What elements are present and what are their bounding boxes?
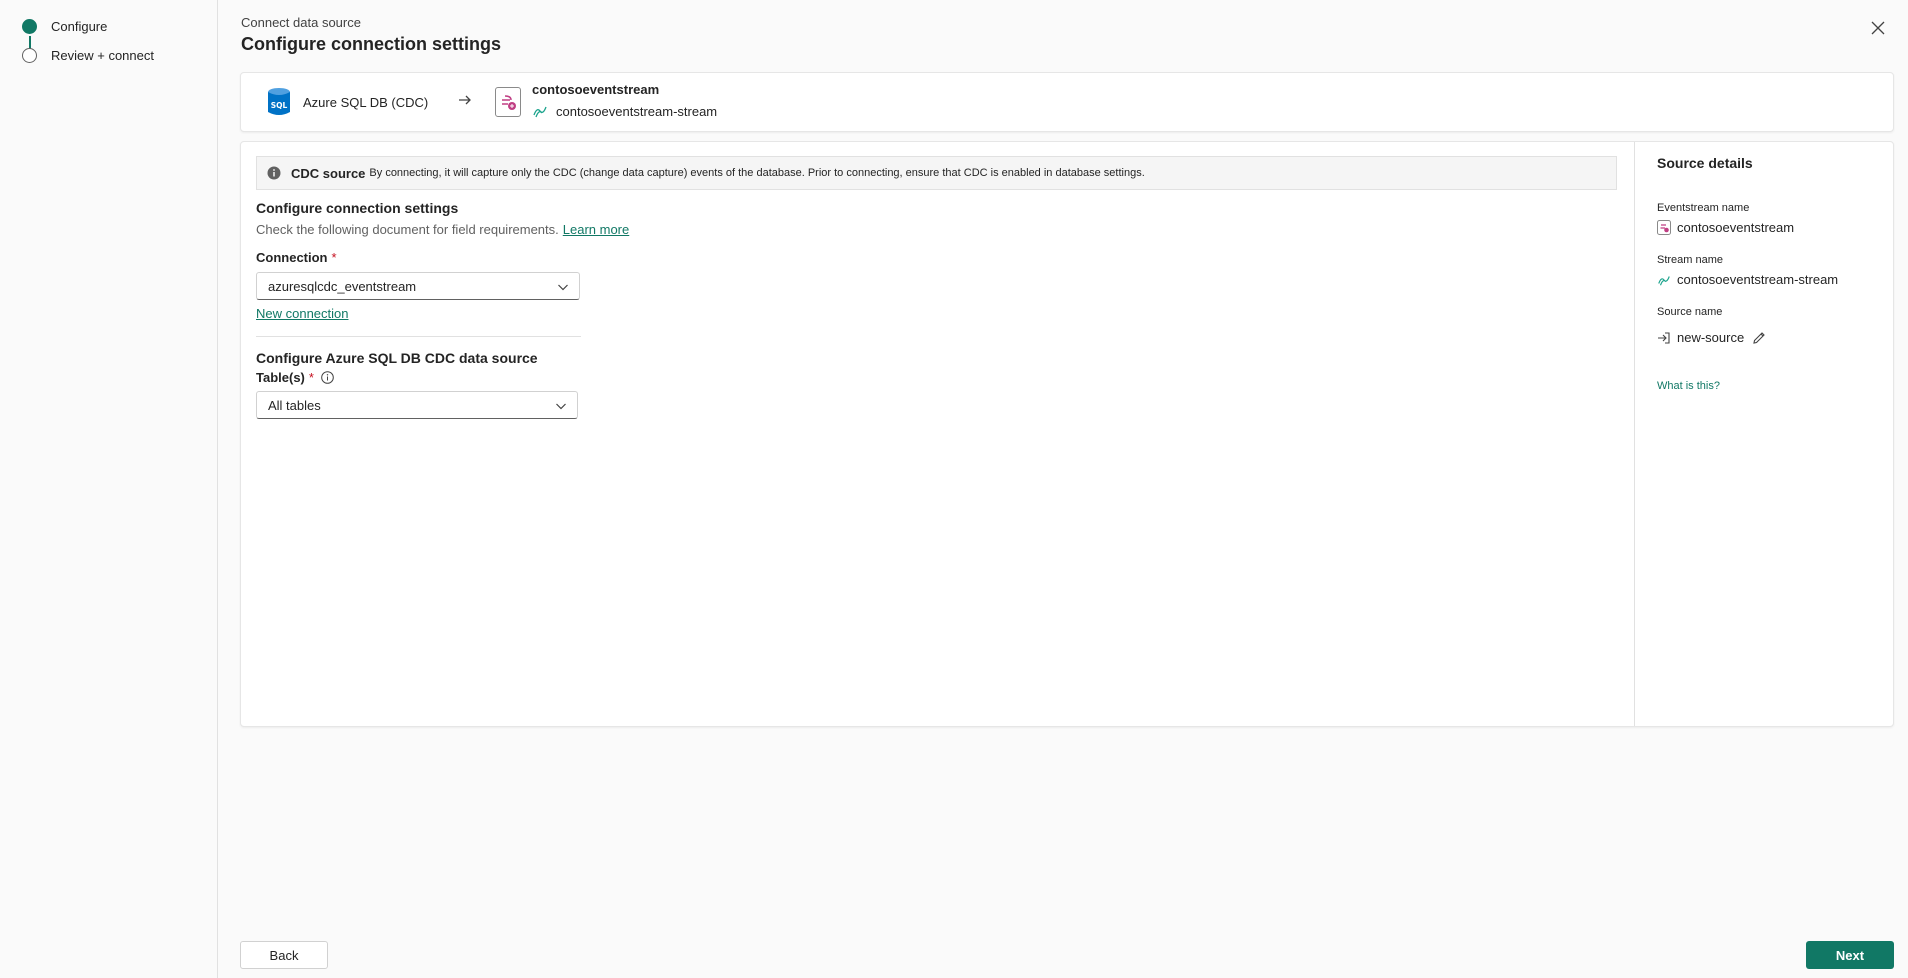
eventstream-name-value: contosoeventstream bbox=[1657, 220, 1794, 235]
required-marker: * bbox=[308, 370, 314, 385]
info-message: By connecting, it will capture only the … bbox=[369, 167, 1145, 179]
source-details-title: Source details bbox=[1657, 155, 1753, 171]
step-pending-indicator bbox=[22, 48, 37, 63]
stream-icon bbox=[1658, 275, 1670, 285]
stream-name: contosoeventstream-stream bbox=[556, 103, 718, 119]
chevron-down-icon bbox=[556, 403, 566, 410]
back-button[interactable]: Back bbox=[240, 941, 328, 969]
connection-label: Connection * bbox=[256, 250, 337, 265]
page-subtitle: Connect data source bbox=[241, 15, 361, 30]
arrow-right-icon bbox=[458, 93, 472, 110]
source-name-text: new-source bbox=[1677, 330, 1745, 345]
eventstream-name-label: Eventstream name bbox=[1657, 202, 1750, 214]
eventstream-icon bbox=[495, 87, 521, 117]
eventstream-name-text: contosoeventstream bbox=[1677, 220, 1795, 235]
main-panel: Connect data source Configure connection… bbox=[219, 0, 1908, 978]
info-icon bbox=[267, 166, 281, 180]
required-marker: * bbox=[331, 250, 337, 265]
chevron-down-icon bbox=[558, 284, 568, 291]
source-name: Azure SQL DB (CDC) bbox=[303, 95, 429, 110]
info-icon[interactable] bbox=[321, 371, 334, 384]
section-divider bbox=[256, 336, 581, 337]
connection-dropdown-value: azuresqlcdc_eventstream bbox=[268, 278, 417, 294]
help-text: Check the following document for field r… bbox=[256, 222, 629, 237]
help-text-label: Check the following document for field r… bbox=[256, 222, 559, 237]
svg-text:SQL: SQL bbox=[271, 101, 288, 110]
cdc-info-banner: CDC source By connecting, it will captur… bbox=[256, 156, 1617, 190]
new-connection-link[interactable]: New connection bbox=[256, 306, 349, 321]
step-active-indicator bbox=[22, 19, 37, 34]
data-source-section-title: Configure Azure SQL DB CDC data source bbox=[256, 350, 538, 366]
source-name-value: new-source bbox=[1657, 330, 1766, 345]
tables-dropdown[interactable]: All tables bbox=[256, 391, 578, 419]
source-flow-card: SQL Azure SQL DB (CDC) contosoeventstrea… bbox=[240, 72, 1894, 132]
stream-icon bbox=[533, 106, 547, 118]
details-separator bbox=[1634, 142, 1635, 726]
step-configure-label: Configure bbox=[51, 19, 108, 34]
sql-database-icon: SQL bbox=[267, 87, 291, 120]
source-name-label: Source name bbox=[1657, 306, 1723, 318]
connection-label-text: Connection bbox=[256, 250, 328, 265]
next-button[interactable]: Next bbox=[1806, 941, 1894, 969]
sign-in-icon bbox=[1658, 331, 1670, 344]
stream-name-value: contosoeventstream-stream bbox=[1657, 272, 1838, 287]
stream-row: contosoeventstream-stream bbox=[532, 103, 717, 119]
tables-dropdown-value: All tables bbox=[268, 397, 321, 413]
tables-label-text: Table(s) bbox=[256, 370, 305, 385]
learn-more-link[interactable]: Learn more bbox=[563, 222, 629, 237]
connection-section-title: Configure connection settings bbox=[256, 200, 459, 216]
tables-label: Table(s) * bbox=[256, 370, 334, 385]
eventstream-icon bbox=[1657, 220, 1671, 235]
close-icon bbox=[1871, 21, 1885, 35]
info-title: CDC source bbox=[291, 165, 366, 181]
configuration-card: CDC source By connecting, it will captur… bbox=[240, 141, 1894, 727]
page-title: Configure connection settings bbox=[241, 34, 502, 54]
wizard-steps-pane: Configure Review + connect bbox=[0, 0, 218, 978]
stream-name-label: Stream name bbox=[1657, 254, 1724, 266]
what-is-this-link[interactable]: What is this? bbox=[1657, 380, 1720, 392]
edit-pencil-icon[interactable] bbox=[1752, 331, 1766, 345]
step-review-connect[interactable]: Review + connect bbox=[22, 48, 154, 63]
stream-name-text: contosoeventstream-stream bbox=[1677, 272, 1839, 287]
connection-dropdown[interactable]: azuresqlcdc_eventstream bbox=[256, 272, 580, 300]
close-button[interactable] bbox=[1868, 18, 1888, 38]
step-review-label: Review + connect bbox=[51, 48, 154, 63]
step-configure[interactable]: Configure bbox=[22, 19, 107, 34]
eventstream-name: contosoeventstream bbox=[532, 82, 660, 97]
